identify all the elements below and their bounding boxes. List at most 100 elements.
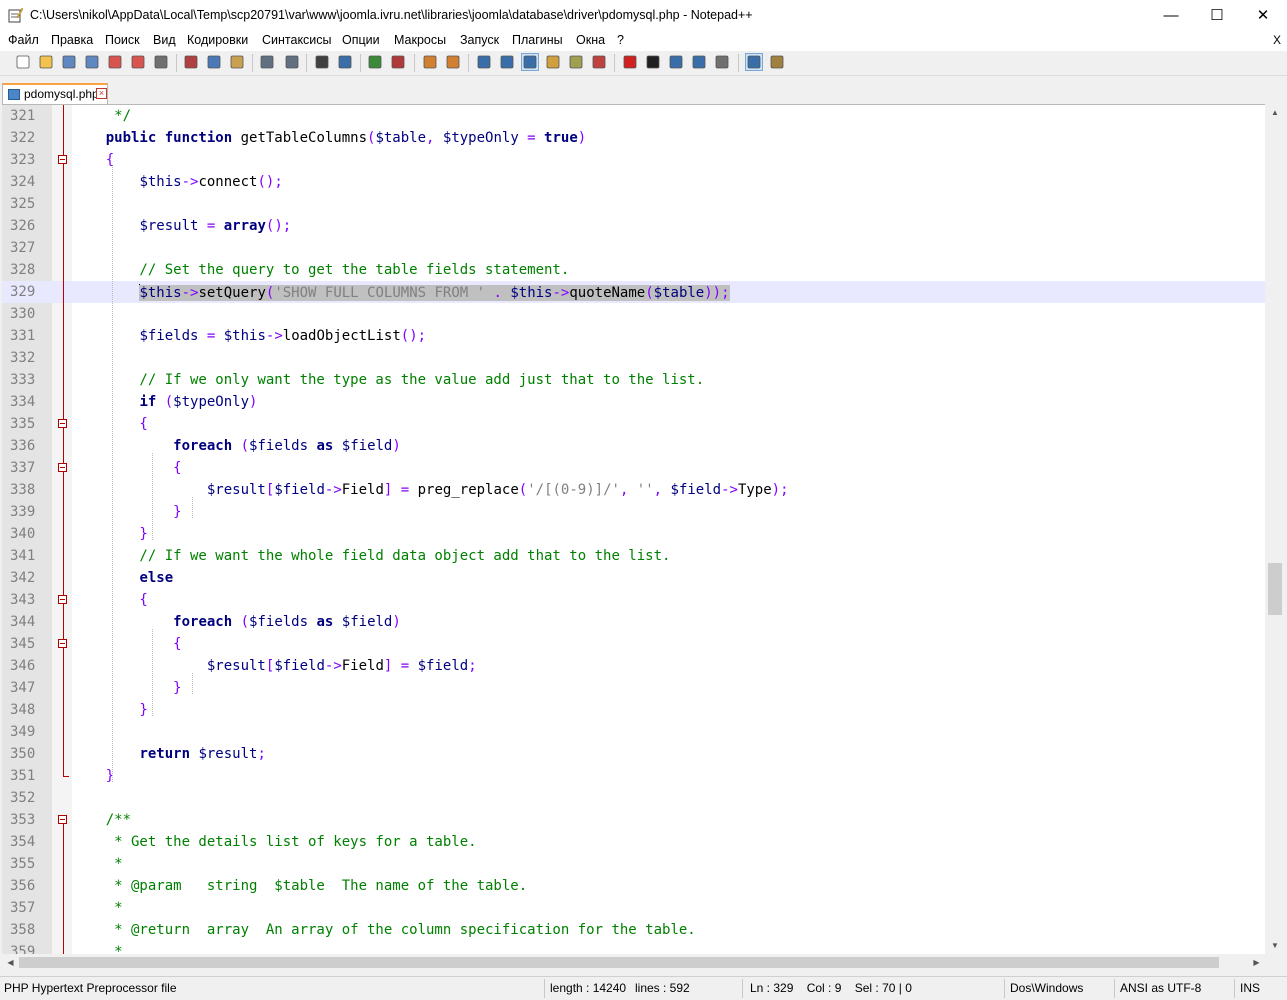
code-line[interactable]: 354 * Get the details list of keys for a… <box>2 831 1265 853</box>
code-line[interactable]: 335 { <box>2 413 1265 435</box>
fold-collapse-icon[interactable] <box>58 595 67 604</box>
code-text[interactable]: { <box>72 460 181 480</box>
code-text[interactable]: } <box>72 768 114 788</box>
code-text[interactable]: } <box>72 702 147 722</box>
spell-check-icon[interactable] <box>745 53 763 71</box>
code-text[interactable]: * @param string $table The name of the t… <box>72 878 527 898</box>
code-line[interactable]: 333 // If we only want the type as the v… <box>2 369 1265 391</box>
code-text[interactable]: if ($typeOnly) <box>72 394 257 414</box>
code-text[interactable]: foreach ($fields as $field) <box>72 614 401 634</box>
code-line[interactable]: 327 <box>2 237 1265 259</box>
code-text[interactable]: * Get the details list of keys for a tab… <box>72 834 476 854</box>
code-line[interactable]: 352 <box>2 787 1265 809</box>
scroll-right-arrow-icon[interactable]: ▶ <box>1248 954 1265 971</box>
code-line[interactable]: 336 foreach ($fields as $field) <box>2 435 1265 457</box>
code-line[interactable]: 350 return $result; <box>2 743 1265 765</box>
play-macro-icon[interactable] <box>668 54 684 70</box>
code-text[interactable]: $fields = $this->loadObjectList(); <box>72 328 426 348</box>
fold-collapse-icon[interactable] <box>58 815 67 824</box>
code-line[interactable]: 343 { <box>2 589 1265 611</box>
code-line[interactable]: 340 } <box>2 523 1265 545</box>
code-text[interactable]: // If we want the whole field data objec… <box>72 548 670 568</box>
undo-icon[interactable] <box>259 54 275 70</box>
function-list-icon[interactable] <box>591 54 607 70</box>
menu-view[interactable]: Вид <box>153 33 176 47</box>
code-line[interactable]: 351 } <box>2 765 1265 787</box>
code-text[interactable]: public function getTableColumns($table, … <box>72 130 586 150</box>
vertical-scroll-thumb[interactable] <box>1268 563 1282 615</box>
code-editor[interactable]: 321 */322 public function getTableColumn… <box>2 104 1265 955</box>
menu-encoding[interactable]: Кодировки <box>187 33 248 47</box>
horizontal-scroll-thumb[interactable] <box>19 957 1219 968</box>
doc-map-icon[interactable] <box>568 54 584 70</box>
code-text[interactable]: { <box>72 416 147 436</box>
code-text[interactable]: else <box>72 570 173 590</box>
menu-search[interactable]: Поиск <box>105 33 140 47</box>
minimize-button[interactable]: — <box>1148 0 1194 31</box>
sync-horizontal-icon[interactable] <box>445 54 461 70</box>
tab-pdomysql[interactable]: pdomysql.php × <box>2 83 108 104</box>
code-text[interactable]: $result[$field->Field] = $field; <box>72 658 477 678</box>
menu-settings[interactable]: Опции <box>342 33 380 47</box>
code-line[interactable]: 323 { <box>2 149 1265 171</box>
code-text[interactable]: * @return array An array of the column s… <box>72 922 696 942</box>
code-line[interactable]: 337 { <box>2 457 1265 479</box>
new-file-icon[interactable] <box>15 54 31 70</box>
code-text[interactable]: return $result; <box>72 746 265 766</box>
code-line[interactable]: 345 { <box>2 633 1265 655</box>
code-text[interactable]: { <box>72 636 181 656</box>
menu-window[interactable]: Окна <box>576 33 605 47</box>
print-icon[interactable] <box>153 54 169 70</box>
fold-collapse-icon[interactable] <box>58 639 67 648</box>
sync-vertical-icon[interactable] <box>422 54 438 70</box>
close-icon[interactable] <box>107 54 123 70</box>
code-line[interactable]: 348 } <box>2 699 1265 721</box>
code-line[interactable]: 334 if ($typeOnly) <box>2 391 1265 413</box>
code-text[interactable]: $this->setQuery('SHOW FULL COLUMNS FROM … <box>72 284 730 304</box>
code-line[interactable]: 326 $result = array(); <box>2 215 1265 237</box>
menu-plugins[interactable]: Плагины <box>512 33 563 47</box>
cut-icon[interactable] <box>183 54 199 70</box>
code-text[interactable]: { <box>72 152 114 172</box>
code-line[interactable]: 353 /** <box>2 809 1265 831</box>
code-text[interactable]: } <box>72 504 181 524</box>
code-line[interactable]: 329 $this->setQuery('SHOW FULL COLUMNS F… <box>2 281 1265 303</box>
zoom-in-icon[interactable] <box>367 54 383 70</box>
maximize-button[interactable]: ☐ <box>1194 0 1240 31</box>
code-line[interactable]: 331 $fields = $this->loadObjectList(); <box>2 325 1265 347</box>
record-macro-icon[interactable] <box>622 54 638 70</box>
open-file-icon[interactable] <box>38 54 54 70</box>
save-macro-icon[interactable] <box>714 54 730 70</box>
horizontal-scrollbar[interactable]: ◀ ▶ <box>2 954 1265 971</box>
code-line[interactable]: 356 * @param string $table The name of t… <box>2 875 1265 897</box>
fold-collapse-icon[interactable] <box>58 419 67 428</box>
word-wrap-icon[interactable] <box>476 54 492 70</box>
fold-collapse-icon[interactable] <box>58 463 67 472</box>
close-window-button[interactable]: ✕ <box>1240 0 1286 31</box>
code-line[interactable]: 321 */ <box>2 105 1265 127</box>
user-language-icon[interactable] <box>545 54 561 70</box>
fold-collapse-icon[interactable] <box>58 155 67 164</box>
code-text[interactable]: */ <box>72 108 131 128</box>
stop-record-icon[interactable] <box>645 54 661 70</box>
code-line[interactable]: 358 * @return array An array of the colu… <box>2 919 1265 941</box>
indent-guide-icon[interactable] <box>521 53 539 71</box>
replace-icon[interactable] <box>337 54 353 70</box>
code-line[interactable]: 341 // If we want the whole field data o… <box>2 545 1265 567</box>
code-line[interactable]: 330 <box>2 303 1265 325</box>
find-icon[interactable] <box>314 54 330 70</box>
scroll-down-arrow-icon[interactable]: ▼ <box>1265 937 1285 954</box>
code-line[interactable]: 342 else <box>2 567 1265 589</box>
run-macro-multiple-icon[interactable] <box>691 54 707 70</box>
code-line[interactable]: 324 $this->connect(); <box>2 171 1265 193</box>
code-line[interactable]: 325 <box>2 193 1265 215</box>
code-line[interactable]: 357 * <box>2 897 1265 919</box>
code-line[interactable]: 328 // Set the query to get the table fi… <box>2 259 1265 281</box>
code-text[interactable]: { <box>72 592 147 612</box>
menu-macro[interactable]: Макросы <box>394 33 446 47</box>
code-text[interactable]: $result[$field->Field] = preg_replace('/… <box>72 482 789 502</box>
zoom-out-icon[interactable] <box>390 54 406 70</box>
code-line[interactable]: 349 <box>2 721 1265 743</box>
code-text[interactable]: * <box>72 900 122 920</box>
code-line[interactable]: 332 <box>2 347 1265 369</box>
